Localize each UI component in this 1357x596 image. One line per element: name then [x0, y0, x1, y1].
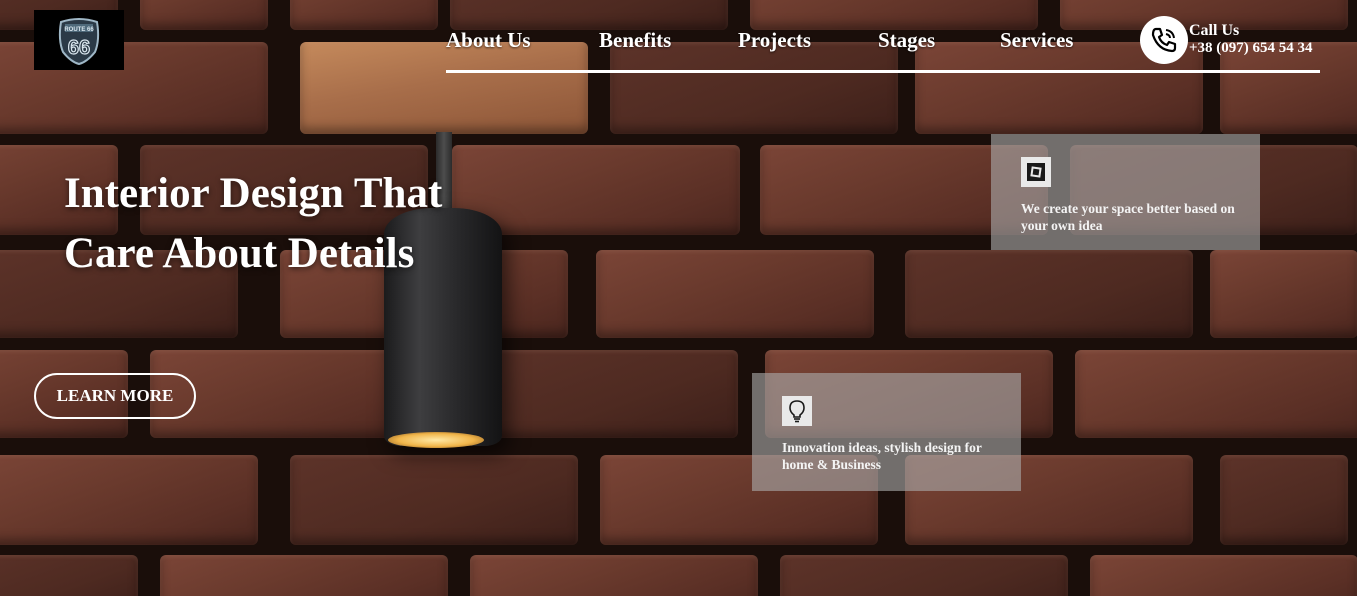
brick	[450, 0, 728, 30]
phone-icon[interactable]	[1140, 16, 1188, 64]
feature-card-space: We create your space better based on you…	[991, 134, 1260, 250]
feature-text-innovation: Innovation ideas, stylish design for hom…	[782, 440, 982, 472]
site-logo[interactable]: ROUTE 66 66	[34, 10, 124, 70]
brick	[140, 0, 268, 30]
nav-projects[interactable]: Projects	[738, 28, 811, 53]
lightbulb-icon	[782, 396, 812, 426]
lamp-light	[388, 432, 484, 448]
nav-about-us[interactable]: About Us	[446, 28, 531, 53]
brick	[750, 0, 1038, 30]
nav-services[interactable]: Services	[1000, 28, 1073, 53]
learn-more-button[interactable]: LEARN MORE	[34, 373, 196, 419]
brick	[470, 555, 758, 596]
brick	[596, 250, 874, 338]
brick	[160, 555, 448, 596]
brick	[0, 555, 138, 596]
feature-text-space: We create your space better based on you…	[1021, 201, 1235, 233]
brick	[610, 42, 898, 134]
nav-stages[interactable]: Stages	[878, 28, 935, 53]
feature-card-innovation: Innovation ideas, stylish design for hom…	[752, 373, 1021, 491]
headline-line-1: Interior Design That	[64, 170, 443, 217]
brick	[1210, 250, 1357, 338]
brick	[1075, 350, 1357, 438]
brick	[905, 250, 1193, 338]
brick	[290, 455, 578, 545]
nav-divider	[446, 70, 1320, 73]
call-us-label: Call Us	[1189, 22, 1240, 39]
hero-headline: Interior Design That Care About Details	[64, 164, 584, 284]
route-66-shield-icon: ROUTE 66 66	[58, 18, 100, 66]
square-frame-icon	[1021, 157, 1051, 187]
headline-line-2: Care About Details	[64, 230, 415, 277]
brick	[0, 455, 258, 545]
brick	[780, 555, 1068, 596]
brick	[290, 0, 438, 30]
brick	[1220, 455, 1348, 545]
brick	[300, 42, 588, 134]
brick	[1090, 555, 1357, 596]
phone-number-link[interactable]: +38 (097) 654 54 34	[1189, 40, 1313, 57]
hero-section: ROUTE 66 66 About Us Benefits Projects S…	[0, 0, 1357, 596]
svg-text:66: 66	[68, 37, 90, 59]
brick-wall-background	[0, 0, 1357, 596]
nav-benefits[interactable]: Benefits	[599, 28, 671, 53]
logo-text: ROUTE 66	[64, 27, 94, 33]
